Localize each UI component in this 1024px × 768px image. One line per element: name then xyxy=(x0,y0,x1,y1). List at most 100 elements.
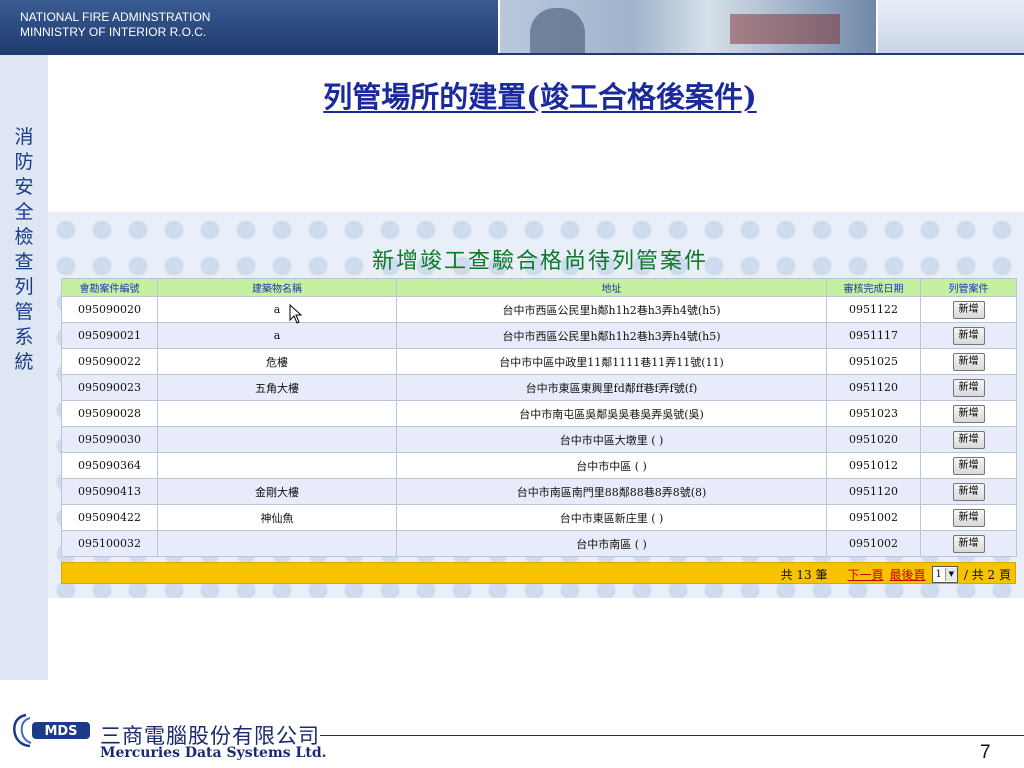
page-select[interactable]: 1 ▼ xyxy=(931,566,958,583)
case-id-cell: 095090028 xyxy=(61,400,158,427)
address-cell: 台中市東區新庄里 ( ) xyxy=(396,504,827,531)
next-page-link[interactable]: 下一頁 xyxy=(847,566,883,583)
table-row: 095090022 危樓 台中市中區中政里11鄰1111巷11弄11號(11) 095… xyxy=(61,348,1017,375)
review-date-cell: 0951120 xyxy=(826,478,921,505)
add-case-button[interactable]: 新增 xyxy=(952,456,985,475)
case-id-cell: 095090021 xyxy=(61,322,158,349)
vertical-title-char: 安 xyxy=(14,176,34,198)
building-name-cell: 五角大樓 xyxy=(157,374,397,401)
vertical-title-char: 統 xyxy=(14,351,34,373)
mds-logo-icon: MDS xyxy=(13,713,90,747)
address-cell: 台中市中區中政里11鄰1111巷11弄11號(11) xyxy=(396,348,827,375)
building-name-cell: a xyxy=(157,322,397,349)
slide-number: 7 xyxy=(980,742,991,763)
table-row: 095090020 a 台中市西區公民里h鄰h1h2巷h3弄h4號(h5) 09511… xyxy=(61,296,1017,323)
building-name-cell: 神仙魚 xyxy=(157,504,397,531)
address-cell: 台中市中區大墩里 ( ) xyxy=(396,426,827,453)
table-row: 095090422 神仙魚 台中市東區新庄里 ( ) 0951002 新增 xyxy=(61,504,1017,531)
vertical-title-char: 消 xyxy=(14,126,34,148)
building-name-cell xyxy=(157,426,397,453)
vertical-title-char: 檢 xyxy=(14,226,34,248)
vertical-system-title: 消防安全檢查列管系統 xyxy=(0,125,48,375)
table-row: 095090413 金剛大樓 台中市南區南門里88鄰88巷8弄8號(8) 095112… xyxy=(61,478,1017,505)
review-date-cell: 0951020 xyxy=(826,426,921,453)
table-row: 095090023 五角大樓 台中市東區東興里fd鄰ff巷f弄f號(f) 095112… xyxy=(61,374,1017,401)
building-name-cell xyxy=(157,400,397,427)
add-case-button[interactable]: 新增 xyxy=(952,300,985,319)
action-cell: 新增 xyxy=(920,296,1017,323)
table-row: 095100032 台中市南區 ( ) 0951002 新增 xyxy=(61,530,1017,557)
vertical-title-char: 防 xyxy=(14,151,34,173)
case-id-cell: 095090022 xyxy=(61,348,158,375)
address-cell: 台中市南區南門里88鄰88巷8弄8號(8) xyxy=(396,478,827,505)
review-date-cell: 0951002 xyxy=(826,530,921,557)
case-id-cell: 095090020 xyxy=(61,296,158,323)
header-photo-banner xyxy=(500,0,878,53)
vertical-title-char: 查 xyxy=(14,251,34,273)
case-id-cell: 095100032 xyxy=(61,530,158,557)
table-row: 095090364 台中市中區 ( ) 0951012 新增 xyxy=(61,452,1017,479)
action-cell: 新增 xyxy=(920,374,1017,401)
footer-divider xyxy=(320,735,1024,736)
total-count: 共 13 筆 xyxy=(780,568,828,582)
action-cell: 新增 xyxy=(920,504,1017,531)
table-row: 095090021 a 台中市西區公民里h鄰h1h2巷h3弄h4號(h5) 09511… xyxy=(61,322,1017,349)
add-case-button[interactable]: 新增 xyxy=(952,508,985,527)
address-cell: 台中市南區 ( ) xyxy=(396,530,827,557)
review-date-cell: 0951002 xyxy=(826,504,921,531)
table-row: 095090028 台中市南屯區吳鄰吳吳巷吳弄吳號(吳) 0951023 新增 xyxy=(61,400,1017,427)
address-cell: 台中市西區公民里h鄰h1h2巷h3弄h4號(h5) xyxy=(396,296,827,323)
add-case-button[interactable]: 新增 xyxy=(952,404,985,423)
action-cell: 新增 xyxy=(920,530,1017,557)
table-row: 095090030 台中市中區大墩里 ( ) 0951020 新增 xyxy=(61,426,1017,453)
column-header-address: 地址 xyxy=(396,278,827,297)
last-page-link[interactable]: 最後頁 xyxy=(889,566,925,583)
review-date-cell: 0951012 xyxy=(826,452,921,479)
case-id-cell: 095090023 xyxy=(61,374,158,401)
column-header-case-id: 會勘案件編號 xyxy=(61,278,158,297)
header-right-panel xyxy=(878,0,1024,53)
add-case-button[interactable]: 新增 xyxy=(952,534,985,553)
column-header-building-name: 建築物名稱 xyxy=(157,278,397,297)
chevron-down-icon[interactable]: ▼ xyxy=(944,568,957,581)
vertical-title-char: 系 xyxy=(14,326,34,348)
action-cell: 新增 xyxy=(920,426,1017,453)
address-cell: 台中市南屯區吳鄰吳吳巷吳弄吳號(吳) xyxy=(396,400,827,427)
cases-table: 會勘案件編號 建築物名稱 地址 審核完成日期 列管案件 095090020 a 台中… xyxy=(61,278,1017,557)
address-cell: 台中市中區 ( ) xyxy=(396,452,827,479)
action-cell: 新增 xyxy=(920,478,1017,505)
case-id-cell: 095090030 xyxy=(61,426,158,453)
review-date-cell: 0951120 xyxy=(826,374,921,401)
column-header-action: 列管案件 xyxy=(920,278,1017,297)
add-case-button[interactable]: 新增 xyxy=(952,326,985,345)
case-id-cell: 095090413 xyxy=(61,478,158,505)
page-title-text: 列管場所的建置(竣工合格後案件) xyxy=(323,80,757,114)
vertical-title-char: 管 xyxy=(14,301,34,323)
org-line-2: MINNISTRY OF INTERIOR R.O.C. xyxy=(20,25,207,39)
add-case-button[interactable]: 新增 xyxy=(952,378,985,397)
vertical-title-char: 全 xyxy=(14,201,34,223)
action-cell: 新增 xyxy=(920,400,1017,427)
case-id-cell: 095090364 xyxy=(61,452,158,479)
add-case-button[interactable]: 新增 xyxy=(952,482,985,501)
review-date-cell: 0951122 xyxy=(826,296,921,323)
mouse-pointer-icon xyxy=(289,304,303,324)
action-cell: 新增 xyxy=(920,322,1017,349)
action-cell: 新增 xyxy=(920,348,1017,375)
review-date-cell: 0951117 xyxy=(826,322,921,349)
company-name-english: Mercuries Data Systems Ltd. xyxy=(100,745,327,761)
case-id-cell: 095090422 xyxy=(61,504,158,531)
section-subtitle: 新增竣工查驗合格尚待列管案件 xyxy=(371,249,708,274)
building-name-cell: 金剛大樓 xyxy=(157,478,397,505)
total-pages: / 共 2 頁 xyxy=(963,568,1011,582)
org-line-1: NATIONAL FIRE ADMINSTRATION xyxy=(20,10,211,24)
add-case-button[interactable]: 新增 xyxy=(952,430,985,449)
slide-header: NATIONAL FIRE ADMINSTRATION MINNISTRY OF… xyxy=(0,0,1024,55)
address-cell: 台中市西區公民里h鄰h1h2巷h3弄h4號(h5) xyxy=(396,322,827,349)
building-name-cell: a xyxy=(157,296,397,323)
review-date-cell: 0951025 xyxy=(826,348,921,375)
building-name-cell xyxy=(157,452,397,479)
add-case-button[interactable]: 新增 xyxy=(952,352,985,371)
organization-name: NATIONAL FIRE ADMINSTRATION MINNISTRY OF… xyxy=(20,10,210,40)
table-header-row: 會勘案件編號 建築物名稱 地址 審核完成日期 列管案件 xyxy=(61,278,1017,297)
